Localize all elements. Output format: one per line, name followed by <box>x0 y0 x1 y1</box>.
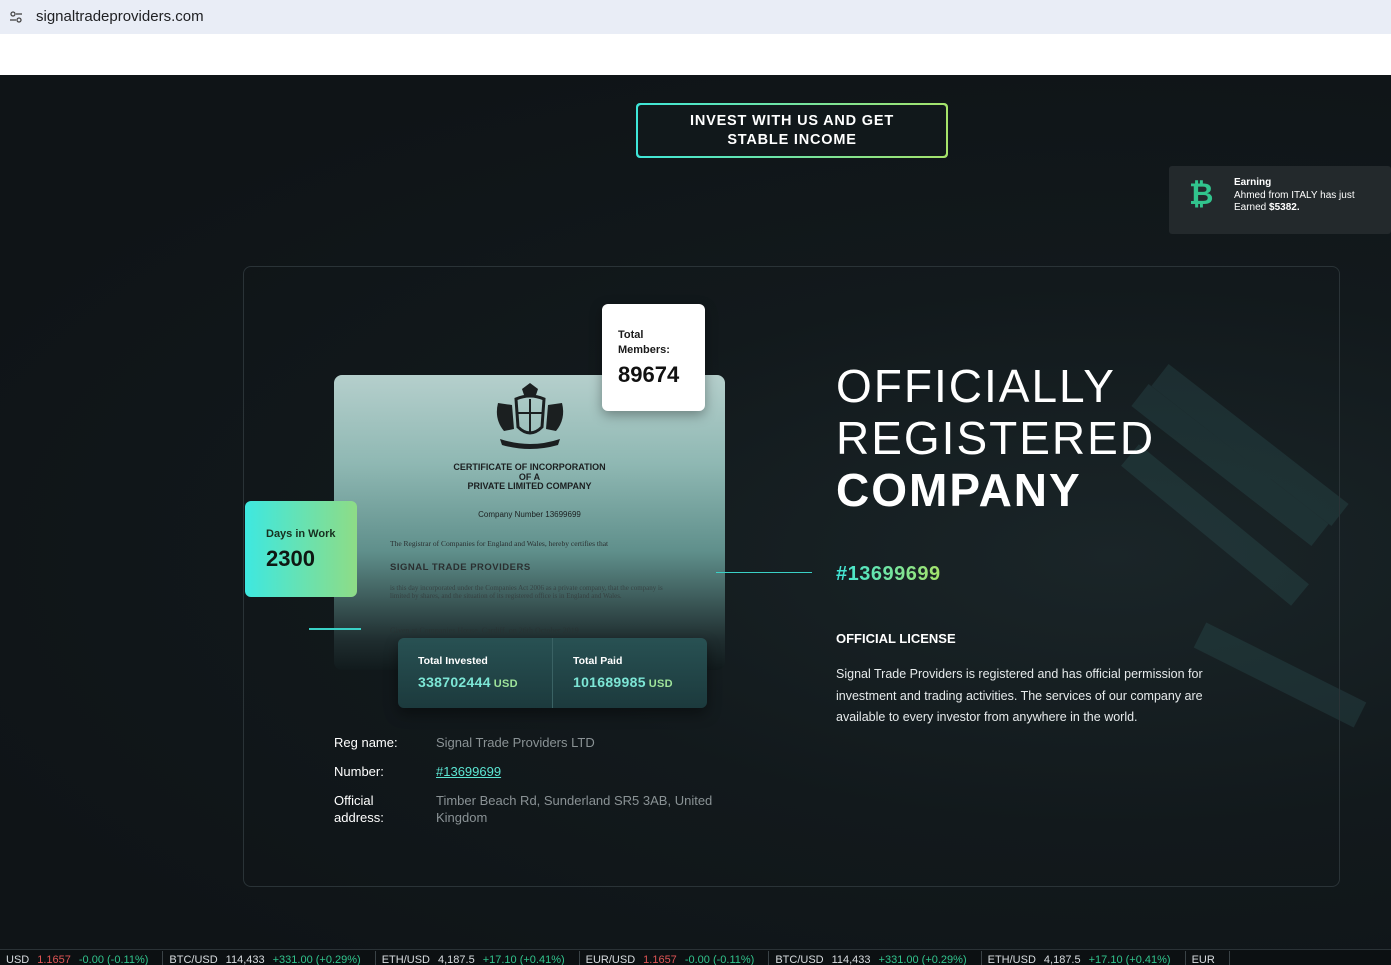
price-ticker: USD 1.1657 -0.00 (-0.11%) BTC/USD 114,433 +33… <box>0 949 1391 965</box>
totals-card: Total Invested 338702444 USD Total Paid 1… <box>398 638 707 708</box>
decorative-line-right <box>716 572 812 573</box>
address-label: Official address: <box>334 793 384 825</box>
browser-strip <box>0 34 1391 75</box>
reg-name-label: Reg name: <box>334 735 398 750</box>
number-row: Number: #13699699 <box>334 763 734 792</box>
page-content: INVEST WITH US AND GET STABLE INCOME ₿ E… <box>0 75 1391 949</box>
reg-name-value: Signal Trade Providers LTD <box>436 735 595 750</box>
certificate-company-number: Company Number 13699699 <box>478 510 581 519</box>
ticker-item[interactable]: USD 1.1657 -0.00 (-0.11%) <box>0 951 164 965</box>
license-description: Signal Trade Providers is registered and… <box>836 667 1203 724</box>
headline-line3: COMPANY <box>836 464 1082 516</box>
days-in-work-card: Days in Work 2300 <box>245 501 357 597</box>
certificate-registrar-text: The Registrar of Companies for England a… <box>390 539 609 548</box>
company-info-list: Reg name: Signal Trade Providers LTD Num… <box>334 734 734 832</box>
address-value: Timber Beach Rd, Sunderland SR5 3AB, Uni… <box>436 793 713 825</box>
total-invested-value: 338702444 USD <box>418 674 518 690</box>
total-invested: Total Invested 338702444 USD <box>398 638 552 708</box>
earning-notification: ₿ Earning Ahmed from ITALY has just Earn… <box>1169 166 1391 234</box>
total-invested-unit: USD <box>493 678 518 690</box>
tune-icon[interactable] <box>9 10 23 24</box>
bitcoin-icon: ₿ <box>1189 178 1214 211</box>
certificate-given-text: Given at Companies House, Cardiff, on 26… <box>390 626 579 635</box>
ticker-item[interactable]: BTC/USD 114,433 +331.00 (+0.29%) <box>769 951 982 965</box>
certificate-company-name: SIGNAL TRADE PROVIDERS <box>390 562 531 573</box>
total-paid: Total Paid 101689985 USD <box>552 638 707 708</box>
days-in-work-value: 2300 <box>266 546 315 571</box>
ticker-item[interactable]: ETH/USD 4,187.5 +17.10 (+0.41%) <box>982 951 1186 965</box>
company-card: CERTIFICATE OF INCORPORATION OF A PRIVAT… <box>243 266 1340 887</box>
certificate-title: CERTIFICATE OF INCORPORATION OF A PRIVAT… <box>453 462 606 491</box>
days-in-work-label: Days in Work <box>266 528 336 540</box>
page-headline: OFFICIALLY REGISTERED COMPANY <box>836 360 1155 516</box>
address-row: Official address: Timber Beach Rd, Sunde… <box>334 792 734 832</box>
total-invested-label: Total Invested <box>418 655 488 667</box>
total-members-card: Total Members: 89674 <box>602 304 705 411</box>
notification-amount: $5382. <box>1269 202 1300 213</box>
certificate-body-text: is this day incorporated under the Compa… <box>390 584 663 600</box>
total-paid-unit: USD <box>648 678 673 690</box>
url-text[interactable]: signaltradeproviders.com <box>36 8 204 25</box>
total-members-value: 89674 <box>618 362 680 387</box>
notification-title: Earning <box>1234 177 1272 188</box>
browser-address-bar[interactable]: signaltradeproviders.com <box>0 0 1391 34</box>
reg-name-row: Reg name: Signal Trade Providers LTD <box>334 734 734 763</box>
certificate-image: CERTIFICATE OF INCORPORATION OF A PRIVAT… <box>334 375 725 670</box>
total-members-label: Total Members: <box>618 329 670 356</box>
number-link[interactable]: #13699699 <box>436 763 726 780</box>
notification-message: Ahmed from ITALY has just Earned $5382. <box>1234 190 1355 213</box>
total-paid-label: Total Paid <box>573 655 623 667</box>
headline-line1: OFFICIALLY <box>836 360 1116 412</box>
license-title: OFFICIAL LICENSE <box>836 631 956 646</box>
invest-cta-label[interactable]: INVEST WITH US AND GET STABLE INCOME <box>638 105 946 156</box>
registration-number: #13699699 <box>836 563 941 585</box>
total-paid-value: 101689985 USD <box>573 674 673 690</box>
ticker-item[interactable]: BTC/USD 114,433 +331.00 (+0.29%) <box>163 951 376 965</box>
number-label: Number: <box>334 764 384 779</box>
decorative-line-left <box>309 628 361 630</box>
headline-line2: REGISTERED <box>836 412 1156 464</box>
royal-crest-icon <box>496 383 564 449</box>
ticker-item[interactable]: EUR <box>1186 951 1230 965</box>
invest-cta-button[interactable]: INVEST WITH US AND GET STABLE INCOME <box>636 103 948 158</box>
ticker-item[interactable]: EUR/USD 1.1657 -0.00 (-0.11%) <box>580 951 770 965</box>
ticker-item[interactable]: ETH/USD 4,187.5 +17.10 (+0.41%) <box>376 951 580 965</box>
